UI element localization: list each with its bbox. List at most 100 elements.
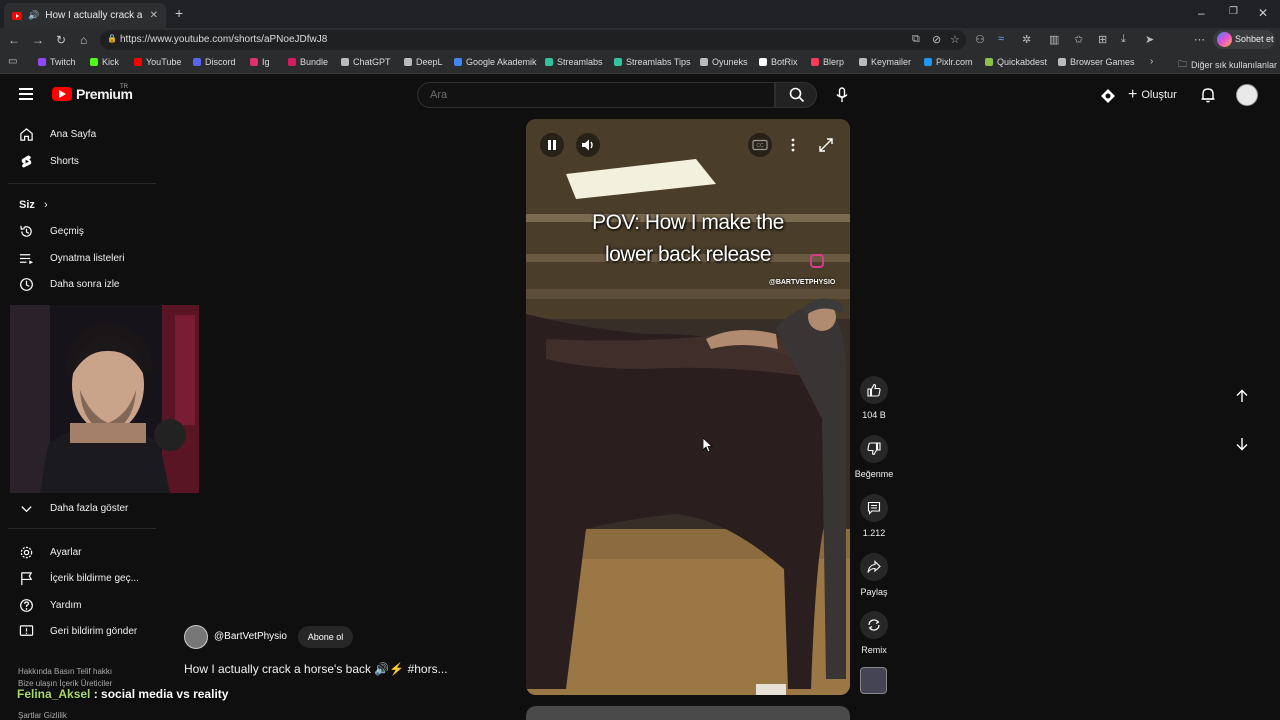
app-icon[interactable]: ⧉ [912,33,920,46]
next-short-preview[interactable] [526,706,850,720]
minimize-button[interactable]: – [1198,6,1205,20]
share-button[interactable] [860,553,888,581]
more-options-button[interactable] [781,133,805,157]
footer-links-3[interactable]: Şartlar Gizlilik [18,711,67,720]
sidebar-item-playlists[interactable]: Oynatma listeleri [0,245,160,271]
share-browser-icon[interactable]: ➤ [1145,33,1154,46]
bookmark-label: DeepL [416,57,443,67]
bookmark-item[interactable]: BotRix [759,57,798,67]
channel-avatar[interactable] [184,625,208,649]
footer-links-1[interactable]: Hakkında Basın Telif hakkı [18,667,112,676]
bookmark-item[interactable]: YouTube [134,57,181,67]
favorites-icon[interactable]: ✩ [1074,33,1083,46]
split-screen-icon[interactable]: ▥ [1049,33,1059,46]
short-title[interactable]: How I actually crack a horse's back 🔊⚡ #… [184,662,448,676]
extension-wave-icon[interactable]: ≈ [998,33,1004,45]
forward-icon[interactable]: → [32,33,44,47]
bookmark-item[interactable]: Pixlr.com [924,57,973,67]
more-menu-icon[interactable]: ⋯ [1194,33,1205,46]
sidebar-item-shorts[interactable]: Shorts [0,148,160,174]
bookmark-item[interactable]: Ig [250,57,270,67]
create-button[interactable]: + Oluştur [1128,86,1177,104]
maximize-button[interactable]: ❐ [1229,6,1238,17]
bookmark-label: Blerp [823,57,845,67]
search-input[interactable]: Ara [417,82,775,108]
bookmark-item[interactable]: Discord [193,57,236,67]
menu-hamburger-icon[interactable] [19,88,33,100]
bookmark-item[interactable]: Streamlabs Tips [614,57,691,67]
like-count: 104 B [862,410,886,420]
home-browser-icon[interactable]: ⌂ [80,33,87,47]
account-avatar[interactable] [1236,84,1258,106]
dislike-button[interactable] [860,435,888,463]
notifications-bell-icon[interactable] [1200,87,1216,103]
bookmark-item[interactable]: Browser Games [1058,57,1135,67]
download-icon[interactable]: ⤓ [1121,33,1126,46]
other-favorites[interactable]: 🗀 Diğer sık kullanılanlar [1178,57,1277,73]
sidebar-item-settings[interactable]: Ayarlar [0,539,160,565]
copilot-button[interactable]: Sohbet et [1213,30,1275,49]
subscribe-button[interactable]: Abone ol [298,626,353,648]
favorite-star-icon[interactable]: ☆ [950,33,960,46]
studio-icon[interactable] [1100,88,1116,104]
new-tab-button[interactable]: + [175,5,183,21]
tracking-icon[interactable]: ⊘ [932,33,941,46]
bookmark-item[interactable]: ChatGPT [341,57,391,67]
reload-icon[interactable]: ↻ [56,33,66,47]
sidebar-item-help[interactable]: Yardım [0,592,160,618]
sidebar-item-home[interactable]: Ana Sayfa [0,121,160,147]
bookmark-item[interactable]: Oyuneks [700,57,748,67]
url-field[interactable]: 🔒 https://www.youtube.com/shorts/aPNoeJD… [100,30,966,50]
bookmark-item[interactable]: Twitch [38,57,76,67]
pause-button[interactable] [540,133,564,157]
share-action[interactable]: Paylaş [852,553,896,597]
fullscreen-button[interactable] [814,133,838,157]
voice-search-button[interactable] [829,82,855,108]
sidebar-item-watch-later[interactable]: Daha sonra izle [0,271,160,297]
folder-icon: 🗀 [1178,59,1188,69]
next-short-button[interactable] [1228,430,1256,458]
bookmark-item[interactable]: Bundle [288,57,328,67]
previous-short-button[interactable] [1228,382,1256,410]
back-icon[interactable]: ← [8,33,20,47]
pause-icon [548,140,556,150]
bookmark-menu-icon[interactable]: ▭ [8,56,17,67]
sidebar-item-report-history[interactable]: İçerik bildirme geç... [0,565,160,591]
volume-button[interactable] [576,133,600,157]
bookmark-item[interactable]: Kick [90,57,119,67]
collections-icon[interactable]: ⊞ [1098,33,1107,46]
comments-action[interactable]: 1.212 [852,494,896,538]
copilot-icon [1217,32,1232,47]
speaker-icon[interactable]: 🔊 [28,10,39,21]
bookmark-item[interactable]: Quickabdest [985,57,1047,67]
sidebar-item-history[interactable]: Geçmiş [0,218,160,244]
remix-action[interactable]: Remix [852,611,896,655]
bookmark-item[interactable]: Keymailer [859,57,911,67]
like-action[interactable]: 104 B [852,376,896,420]
bookmark-item[interactable]: DeepL [404,57,443,67]
flag-icon [21,572,33,586]
bookmark-item[interactable]: Google Akademik [454,57,537,67]
sidebar-you-header[interactable]: Siz › [19,199,48,211]
chevron-right-icon: › [43,199,48,211]
sidebar-item-feedback[interactable]: Geri bildirim gönder [0,618,160,644]
bookmark-favicon-icon [38,58,46,66]
close-window-button[interactable]: ✕ [1258,6,1268,20]
remix-button[interactable] [860,611,888,639]
bookmark-item[interactable]: Blerp [811,57,844,67]
sound-thumbnail[interactable] [860,667,887,694]
close-tab-icon[interactable]: ✕ [150,10,158,21]
dislike-action[interactable]: Beğenme [852,435,896,479]
like-button[interactable] [860,376,888,404]
captions-button[interactable]: CC [748,133,772,157]
extensions-puzzle-icon[interactable]: ✲ [1022,33,1031,46]
browser-tab[interactable]: 🔊 How I actually crack a horse's back ✕ [4,3,166,28]
bookmark-item[interactable]: Streamlabs [545,57,603,67]
sidebar-show-more[interactable]: Daha fazla göster [0,495,160,521]
comments-button[interactable] [860,494,888,522]
search-button[interactable] [775,82,817,108]
bookmarks-overflow-icon[interactable]: › [1150,56,1153,67]
extension-gamepad-icon[interactable]: ⚇ [975,33,985,46]
shorts-video-player[interactable]: CC POV: How I make the lower back releas… [526,119,850,695]
channel-name[interactable]: @BartVetPhysio [214,631,287,642]
